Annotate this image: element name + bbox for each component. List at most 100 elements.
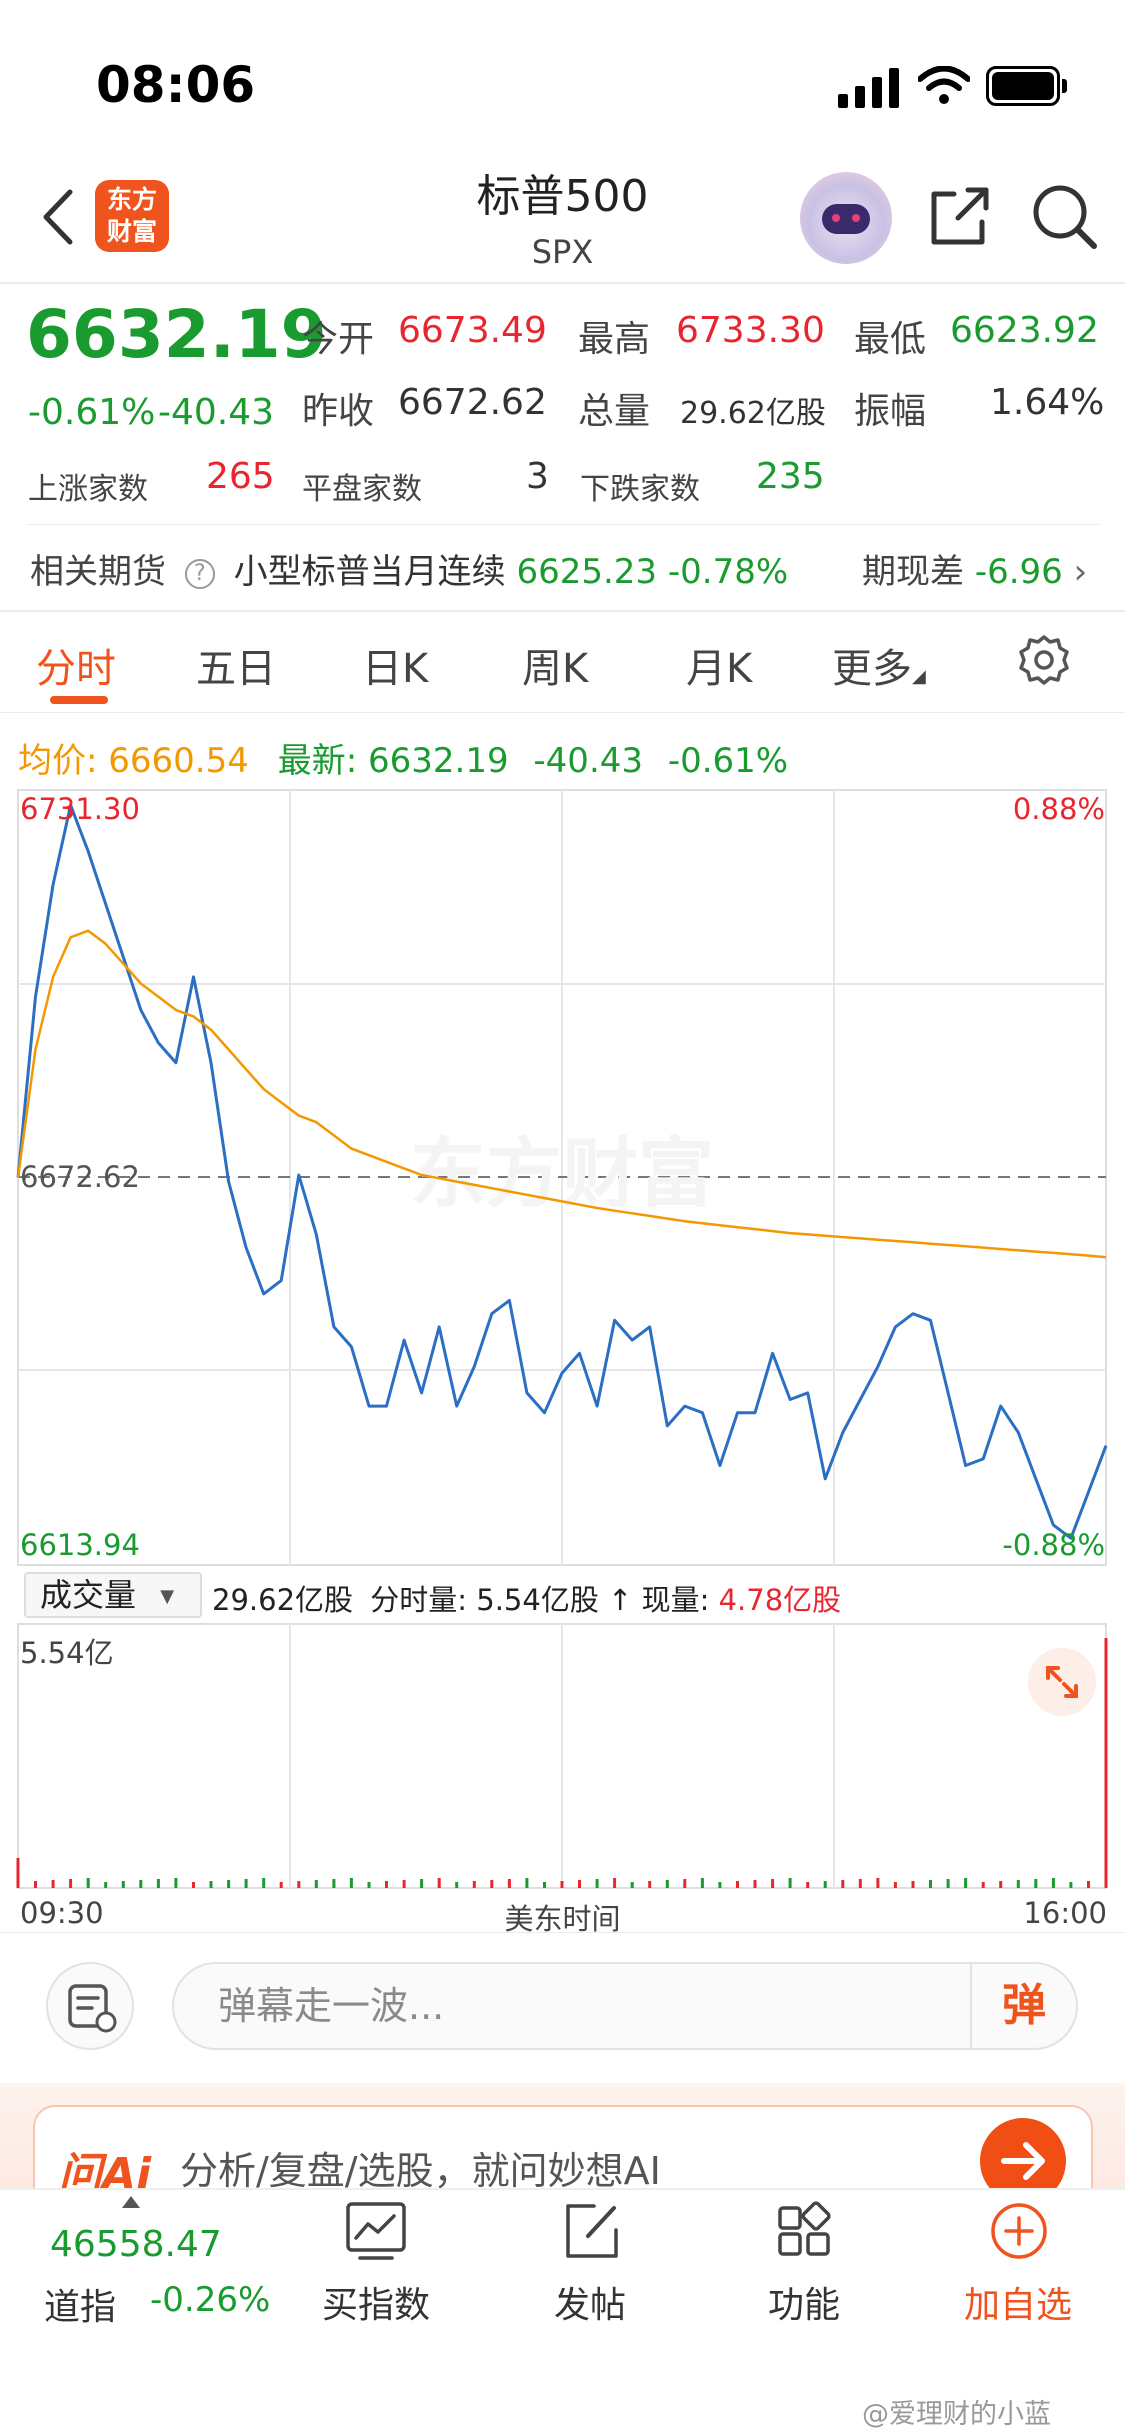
volume-bar — [437, 1878, 441, 1888]
volume-value: 29.62亿股 — [680, 396, 826, 431]
amplitude-label: 振幅 — [854, 391, 927, 432]
basis-label: 期现差 — [862, 552, 964, 592]
down-count-label: 下跌家数 — [580, 472, 700, 507]
volume-bar — [946, 1879, 950, 1888]
chart-info-row: 均价: 6660.54 最新: 6632.19 -40.43 -0.61% — [18, 733, 788, 782]
volume-bar — [841, 1880, 845, 1888]
volume-bar — [297, 1881, 301, 1888]
index-ticker[interactable]: 46558.47 道指 -0.26% — [24, 2196, 284, 2336]
latest-value: 6632.19 — [367, 741, 509, 781]
volume-bar — [279, 1882, 283, 1888]
volume-bar — [490, 1880, 494, 1888]
index-name: 道指 — [44, 2287, 117, 2328]
intraday-price-chart[interactable]: 东方财富 — [0, 780, 1125, 1570]
volume-bar — [964, 1878, 968, 1888]
nav-functions-label: 功能 — [767, 2285, 840, 2326]
volume-bar — [560, 1881, 564, 1888]
expand-icon — [1046, 1666, 1078, 1698]
change-value: -40.43 — [158, 392, 275, 433]
avg-label: 均价: — [18, 741, 98, 781]
tab-five-day[interactable]: 五日 — [196, 636, 276, 694]
assistant-avatar[interactable] — [800, 172, 892, 264]
active-tab-indicator — [50, 696, 108, 704]
volume-total: 29.62亿股 — [212, 1583, 354, 1617]
nav-functions[interactable]: 功能 — [744, 2200, 864, 2330]
settings-icon[interactable] — [1018, 634, 1070, 686]
volume-bar — [174, 1878, 178, 1888]
share-icon[interactable] — [928, 184, 992, 248]
current-volume-label: 现量: — [641, 1583, 710, 1617]
tab-more[interactable]: 更多◢ — [832, 636, 926, 694]
expand-chart-button[interactable] — [1028, 1648, 1096, 1716]
futures-change: -0.78% — [667, 552, 789, 592]
futures-row[interactable]: 相关期货 ? 小型标普当月连续 6625.23 -0.78% — [30, 544, 788, 593]
volume-bar — [630, 1882, 634, 1888]
volume-bar — [34, 1881, 37, 1888]
tab-monthly-k[interactable]: 月K — [686, 636, 752, 694]
volume-bar — [753, 1880, 757, 1888]
volume-max-label: 5.54亿 — [20, 1636, 114, 1670]
edit-icon — [566, 2204, 618, 2258]
indicator-select-label: 成交量 — [40, 1576, 137, 1614]
volume-bar — [1034, 1879, 1038, 1888]
search-icon[interactable] — [1030, 182, 1098, 250]
latest-change: -40.43 — [533, 741, 644, 781]
latest-label: 最新: — [277, 741, 358, 781]
help-icon[interactable]: ? — [184, 559, 215, 589]
volume-bar — [683, 1879, 687, 1888]
volume-bar — [244, 1879, 248, 1888]
nav-add-watchlist[interactable]: 加自选 — [948, 2200, 1088, 2330]
volume-bar — [367, 1882, 371, 1888]
tab-intraday[interactable]: 分时 — [36, 636, 116, 694]
volume-bar — [788, 1878, 792, 1888]
volume-bar — [420, 1879, 424, 1888]
volume-bar — [227, 1880, 231, 1888]
high-label: 最高 — [578, 319, 651, 360]
volume-bar — [402, 1880, 406, 1888]
volume-bar — [385, 1881, 388, 1888]
chart-top-pct: 0.88% — [1012, 792, 1105, 826]
cellular-signal-icon — [838, 66, 900, 108]
volume-bar — [981, 1882, 985, 1888]
nav-add-watchlist-label: 加自选 — [963, 2285, 1072, 2326]
indicator-select[interactable]: 成交量 ▼ — [24, 1572, 202, 1618]
volume-bar — [893, 1882, 897, 1888]
basis-row[interactable]: 期现差 -6.96 › — [862, 544, 1087, 593]
time-end: 16:00 — [1023, 1896, 1107, 1930]
chart-watermark: 东方财富 — [410, 1129, 714, 1218]
prev-close-label: 昨收 — [302, 391, 375, 432]
volume-bar — [314, 1880, 318, 1888]
chart-mid-price: 6672.62 — [20, 1160, 140, 1194]
tab-weekly-k[interactable]: 周K — [522, 636, 588, 694]
volume-bar — [999, 1881, 1003, 1888]
volume-label: 总量 — [578, 391, 651, 432]
open-label: 今开 — [302, 319, 375, 360]
index-value: 46558.47 — [50, 2224, 222, 2265]
nav-post-label: 发帖 — [553, 2285, 626, 2326]
volume-bar — [876, 1878, 880, 1888]
current-price: 6632.19 — [26, 296, 327, 373]
volume-bar — [806, 1882, 810, 1888]
volume-chart[interactable] — [0, 1622, 1125, 1890]
volume-bar — [911, 1881, 915, 1888]
volume-bar — [929, 1880, 932, 1888]
grid-icon — [778, 2201, 831, 2256]
nav-buy-index[interactable]: 买指数 — [316, 2200, 436, 2330]
volume-bar — [455, 1882, 459, 1888]
volume-bar — [192, 1882, 195, 1888]
danmu-send-button[interactable]: 弹 — [970, 1964, 1076, 2048]
volume-bar — [1069, 1882, 1073, 1888]
tab-daily-k[interactable]: 日K — [362, 636, 428, 694]
up-count: 265 — [206, 456, 275, 497]
volume-bar — [104, 1882, 108, 1888]
chart-icon — [346, 2202, 406, 2260]
flat-count: 3 — [526, 456, 549, 497]
danmu-input[interactable]: 弹幕走一波... — [172, 1962, 1078, 2050]
comment-settings-button[interactable] — [46, 1962, 134, 2050]
minute-volume-label: 分时量: — [370, 1583, 468, 1617]
nav-post[interactable]: 发帖 — [530, 2200, 650, 2330]
danmu-settings-icon — [68, 1984, 117, 2033]
volume-bar — [578, 1880, 581, 1888]
low-label: 最低 — [854, 319, 927, 360]
volume-bar — [69, 1879, 73, 1888]
